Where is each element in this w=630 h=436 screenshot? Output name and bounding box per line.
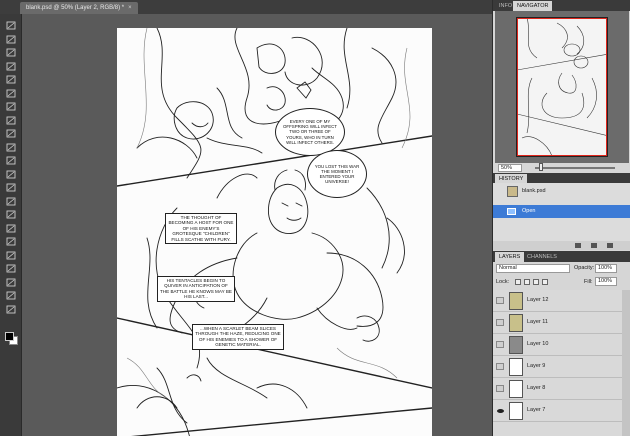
layer-thumbnail — [509, 402, 523, 420]
history-item-label: blank.psd — [522, 188, 546, 194]
photoshop-window: blank.psd @ 50% (Layer 2, RGB/8) * × EVE… — [0, 0, 630, 436]
navigator-zoom-bar: 50% — [495, 163, 629, 173]
layers-scrollbar[interactable] — [622, 290, 630, 436]
snapshot-thumbnail — [507, 186, 518, 197]
healing-brush-tool-icon[interactable] — [4, 101, 18, 112]
document-tab[interactable]: blank.psd @ 50% (Layer 2, RGB/8) * × — [20, 2, 138, 14]
lock-position-icon[interactable] — [533, 279, 539, 285]
pasteboard: EVERY ONE OF MY OFFSPRING WILL INFECT TW… — [22, 14, 492, 436]
fill-field[interactable]: 100% — [595, 277, 617, 286]
clone-stamp-tool-icon[interactable] — [4, 128, 18, 139]
layer-row[interactable]: Layer 9 — [493, 356, 630, 378]
brush-tool-icon[interactable] — [4, 115, 18, 126]
quick-select-tool-icon[interactable] — [4, 61, 18, 72]
blur-tool-icon[interactable] — [4, 182, 18, 193]
crop-tool-icon[interactable] — [4, 74, 18, 85]
layer-thumbnail — [509, 314, 523, 332]
pen-tool-icon[interactable] — [4, 209, 18, 220]
layer-name: Layer 9 — [527, 363, 546, 369]
open-state-icon — [507, 208, 516, 215]
zoom-tool-icon[interactable] — [4, 304, 18, 315]
type-tool-icon[interactable] — [4, 223, 18, 234]
lock-all-icon[interactable] — [542, 279, 548, 285]
layer-thumbnail — [509, 380, 523, 398]
history-list: blank.psd Open — [493, 183, 630, 241]
layer-name: Layer 12 — [527, 297, 549, 303]
trash-icon[interactable] — [607, 243, 613, 248]
visibility-eye-icon[interactable] — [496, 363, 504, 370]
layers-panel-tabs: LAYERS CHANNELS — [493, 251, 630, 262]
tab-channels[interactable]: CHANNELS — [523, 252, 561, 262]
fill-label: Fill: — [584, 279, 593, 285]
hand-tool-icon[interactable] — [4, 290, 18, 301]
history-snapshot[interactable]: blank.psd — [493, 185, 630, 198]
tab-navigator[interactable]: NAVIGATOR — [513, 1, 553, 11]
3d-orbit-tool-icon[interactable] — [4, 277, 18, 288]
eyedropper-tool-icon[interactable] — [4, 88, 18, 99]
panel-dock: INFO NAVIGATOR 50% HISTORY blank.psd Ope… — [492, 0, 630, 436]
toolbox — [0, 14, 22, 436]
blend-mode-select[interactable]: Normal — [496, 264, 570, 273]
marquee-tool-icon[interactable] — [4, 34, 18, 45]
layer-name: Layer 11 — [527, 319, 548, 325]
layer-name: Layer 10 — [527, 341, 549, 347]
visibility-eye-icon[interactable] — [496, 385, 504, 392]
gradient-tool-icon[interactable] — [4, 169, 18, 180]
document-tab-bar: blank.psd @ 50% (Layer 2, RGB/8) * × — [0, 0, 492, 14]
history-footer — [493, 241, 630, 250]
lock-transparency-icon[interactable] — [515, 279, 521, 285]
navigator-panel-tabs: INFO NAVIGATOR — [493, 0, 630, 11]
eraser-tool-icon[interactable] — [4, 155, 18, 166]
visibility-eye-icon[interactable] — [496, 319, 504, 326]
document-canvas[interactable]: EVERY ONE OF MY OFFSPRING WILL INFECT TW… — [117, 28, 432, 436]
visibility-eye-icon[interactable] — [496, 341, 504, 348]
close-icon[interactable]: × — [128, 5, 132, 11]
layer-row[interactable]: Layer 7 — [493, 400, 630, 422]
visibility-eye-icon[interactable] — [496, 297, 504, 304]
history-item-label: Open — [522, 208, 536, 214]
zoom-slider-handle[interactable] — [539, 163, 543, 171]
layer-name: Layer 7 — [527, 407, 546, 413]
dodge-tool-icon[interactable] — [4, 196, 18, 207]
caption-box: THE THOUGHT OF BECOMING A HOST FOR ONE O… — [165, 213, 237, 245]
navigator-proxy-view[interactable] — [517, 18, 607, 156]
lasso-tool-icon[interactable] — [4, 47, 18, 58]
navigator-preview[interactable] — [495, 11, 629, 163]
camera-icon[interactable] — [591, 243, 597, 248]
move-tool-icon[interactable] — [4, 20, 18, 31]
caption-box: ...WHEN A SCARLET BEAM SLICES THROUGH TH… — [192, 324, 284, 350]
layer-thumbnail — [509, 358, 523, 376]
layer-row[interactable]: Layer 10 — [493, 334, 630, 356]
opacity-field[interactable]: 100% — [595, 264, 617, 273]
3d-rotate-tool-icon[interactable] — [4, 263, 18, 274]
path-select-tool-icon[interactable] — [4, 236, 18, 247]
zoom-field[interactable]: 50% — [498, 164, 522, 172]
foreground-color-swatch[interactable] — [5, 332, 14, 341]
layer-options: Normal Opacity: 100% Lock: Fill: 100% — [493, 262, 630, 290]
tab-layers[interactable]: LAYERS — [495, 252, 525, 262]
layer-row[interactable]: Layer 12 — [493, 290, 630, 312]
layer-row[interactable]: Layer 11 — [493, 312, 630, 334]
zoom-slider[interactable] — [535, 167, 615, 169]
caption-box: HIS TENTACLES BEGIN TO QUIVER IN ANTICIP… — [157, 276, 235, 302]
speech-balloon: EVERY ONE OF MY OFFSPRING WILL INFECT TW… — [275, 108, 345, 156]
opacity-label: Opacity: — [574, 265, 595, 271]
layer-row[interactable]: Layer 8 — [493, 378, 630, 400]
history-brush-tool-icon[interactable] — [4, 142, 18, 153]
speech-balloon: YOU LOST THIS WAR THE MOMENT I ENTERED Y… — [307, 150, 367, 198]
layer-name: Layer 8 — [527, 385, 546, 391]
document-tab-title: blank.psd @ 50% (Layer 2, RGB/8) * — [26, 5, 125, 11]
lock-label: Lock: — [496, 279, 510, 285]
lock-pixels-icon[interactable] — [524, 279, 530, 285]
layer-thumbnail — [509, 292, 523, 310]
layers-list: Layer 12 Layer 11 Layer 10 Layer 9 Layer 8 La… — [493, 290, 630, 436]
shape-tool-icon[interactable] — [4, 250, 18, 261]
new-document-icon[interactable] — [575, 243, 581, 248]
visibility-eye-icon[interactable] — [496, 407, 504, 414]
layer-thumbnail — [509, 336, 523, 354]
history-state-open[interactable]: Open — [493, 205, 630, 218]
